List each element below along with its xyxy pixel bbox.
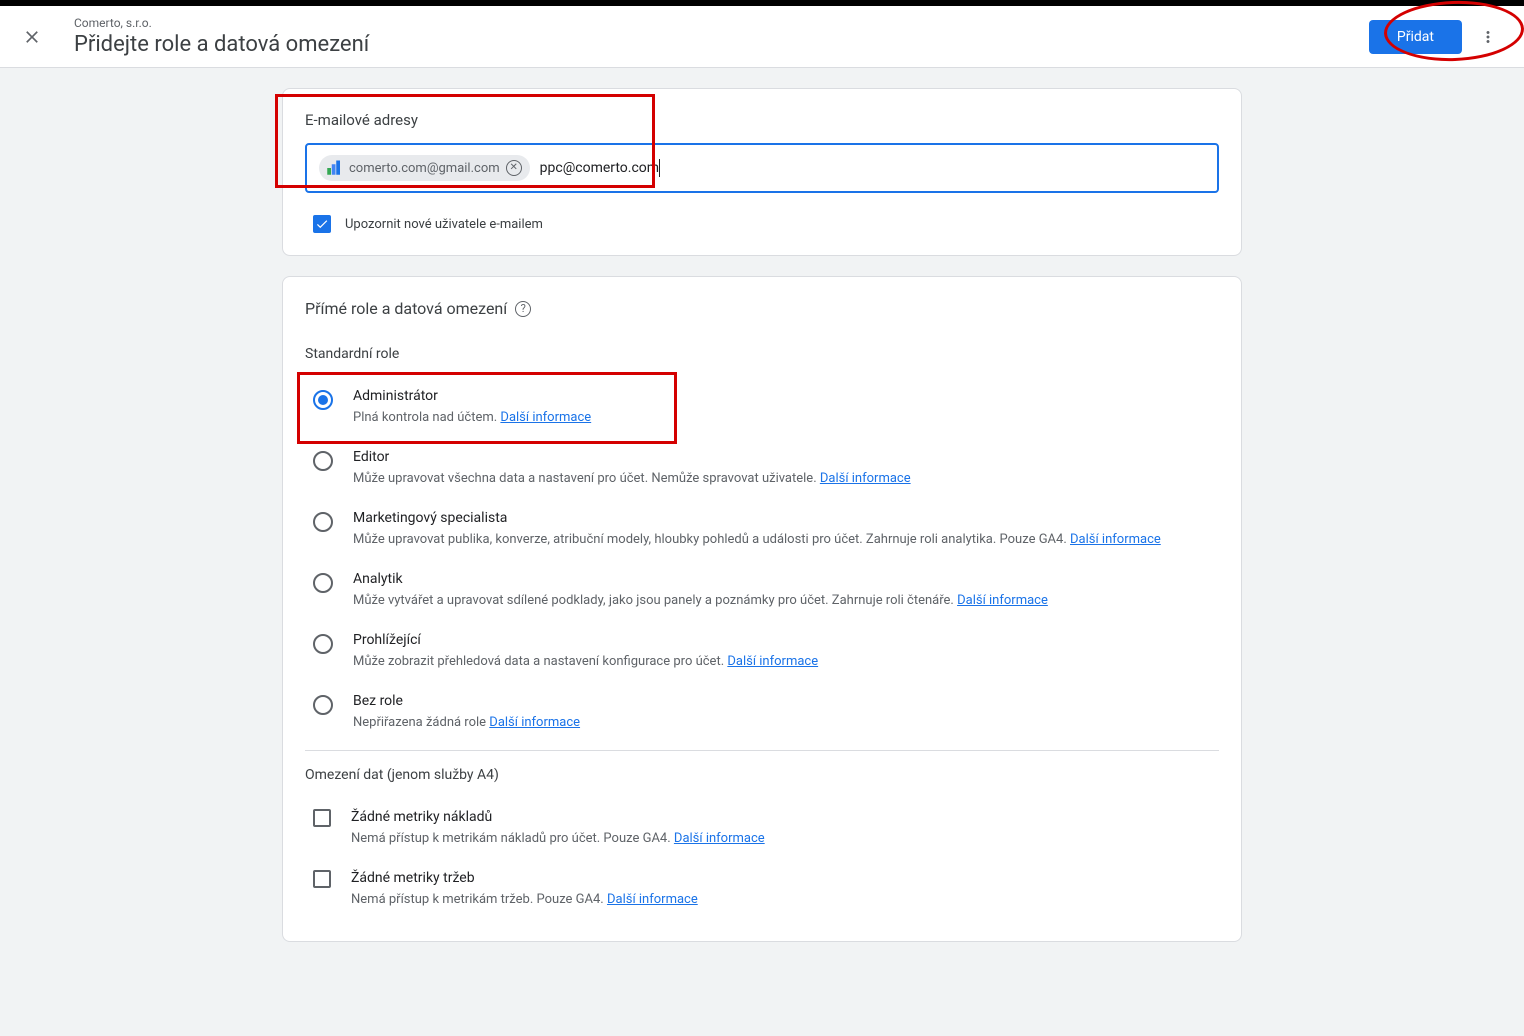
role-item[interactable]: Administrátor Plná kontrola nad účtem. Da… [305,376,1219,437]
roles-card: Přímé role a datová omezení ? Standardní… [282,276,1242,942]
more-info-link[interactable]: Další informace [727,654,818,669]
close-icon [22,27,42,47]
role-radio[interactable] [313,695,333,715]
help-icon[interactable]: ? [515,301,531,317]
more-info-link[interactable]: Další informace [489,715,580,730]
restriction-description: Nemá přístup k metrikám nákladů pro účet… [351,831,1211,846]
role-item[interactable]: Bez role Nepřiřazena žádná role Další inf… [305,681,1219,742]
role-description: Může vytvářet a upravovat sdílené podkla… [353,593,1211,608]
role-title: Marketingový specialista [353,510,1211,526]
notify-checkbox[interactable] [313,215,331,233]
add-button[interactable]: Přidat [1369,20,1462,54]
role-description: Nepřiřazena žádná role Další informace [353,715,1211,730]
role-title: Analytik [353,571,1211,587]
role-item[interactable]: Editor Může upravovat všechna data a nast… [305,437,1219,498]
more-info-link[interactable]: Další informace [674,831,765,846]
roles-section-header: Přímé role a datová omezení [305,299,507,318]
role-radio[interactable] [313,573,333,593]
role-description: Může zobrazit přehledová data a nastaven… [353,654,1211,669]
more-info-link[interactable]: Další informace [820,471,911,486]
restriction-title: Žádné metriky nákladů [351,809,1211,825]
chip-email-text: comerto.com@gmail.com [349,161,500,176]
role-radio[interactable] [313,512,333,532]
header-title: Přidejte role a datová omezení [74,32,1369,57]
more-vert-icon [1479,28,1497,46]
role-description: Může upravovat všechna data a nastavení … [353,471,1211,486]
email-card: E-mailové adresy comerto.com@gmail.com ✕… [282,88,1242,256]
restriction-item[interactable]: Žádné metriky nákladů Nemá přístup k metr… [305,797,1219,858]
email-input-value[interactable]: ppc@comerto.com [540,160,659,176]
role-item[interactable]: Prohlížející Může zobrazit přehledová dat… [305,620,1219,681]
restriction-checkbox[interactable] [313,809,331,827]
email-input-container[interactable]: comerto.com@gmail.com ✕ ppc@comerto.com [305,143,1219,193]
more-menu-button[interactable] [1472,21,1504,53]
restriction-item[interactable]: Žádné metriky tržeb Nemá přístup k metrik… [305,858,1219,919]
role-title: Editor [353,449,1211,465]
analytics-icon [325,159,343,177]
role-description: Plná kontrola nad účtem. Další informace [353,410,1211,425]
chip-remove-button[interactable]: ✕ [506,160,522,176]
restriction-title: Žádné metriky tržeb [351,870,1211,886]
role-radio[interactable] [313,634,333,654]
restriction-checkbox[interactable] [313,870,331,888]
more-info-link[interactable]: Další informace [607,892,698,907]
modal-header: Comerto, s.r.o. Přidejte role a datová o… [0,6,1524,68]
standard-roles-label: Standardní role [305,346,1219,362]
restrictions-label: Omezení dat (jenom služby A4) [305,767,1219,783]
email-section-label: E-mailové adresy [305,111,1219,129]
role-title: Administrátor [353,388,1211,404]
divider [305,750,1219,751]
role-title: Bez role [353,693,1211,709]
role-item[interactable]: Marketingový specialista Může upravovat p… [305,498,1219,559]
close-button[interactable] [20,25,44,49]
role-radio[interactable] [313,390,333,410]
role-radio[interactable] [313,451,333,471]
restriction-description: Nemá přístup k metrikám tržeb. Pouze GA4… [351,892,1211,907]
role-item[interactable]: Analytik Může vytvářet a upravovat sdílen… [305,559,1219,620]
notify-label: Upozornit nové uživatele e-mailem [345,217,543,232]
check-icon [315,217,329,231]
role-title: Prohlížející [353,632,1211,648]
more-info-link[interactable]: Další informace [957,593,1048,608]
email-chip: comerto.com@gmail.com ✕ [319,155,530,181]
more-info-link[interactable]: Další informace [500,410,591,425]
role-description: Může upravovat publika, konverze, atribu… [353,532,1211,547]
header-subtitle: Comerto, s.r.o. [74,16,1369,30]
more-info-link[interactable]: Další informace [1070,532,1161,547]
